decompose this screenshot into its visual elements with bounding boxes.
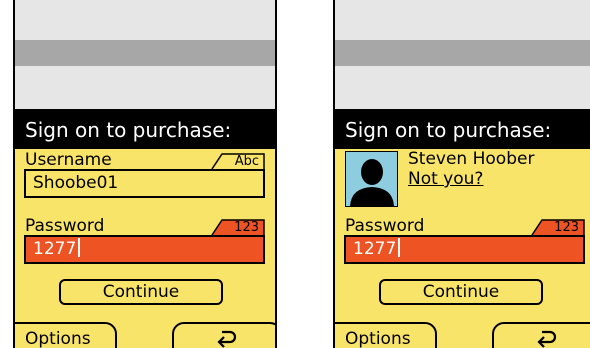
avatar-silhouette	[350, 159, 394, 206]
sign-on-dialog: Sign on to purchase: Steven Hoober Not y…	[335, 109, 590, 348]
password-field[interactable]: 1277	[344, 235, 585, 264]
status-bar	[335, 40, 590, 66]
sign-on-dialog: Sign on to purchase: Username Abc Shoobe…	[15, 109, 275, 348]
dialog-title: Sign on to purchase:	[335, 111, 590, 149]
back-arrow-icon	[217, 330, 237, 348]
password-mode-label: 123	[234, 220, 259, 235]
username-mode-label: Abc	[234, 154, 259, 169]
password-label: Password	[25, 216, 105, 236]
username-input-mode-tab[interactable]: Abc	[211, 153, 265, 169]
back-softkey[interactable]	[172, 322, 275, 348]
continue-button[interactable]: Continue	[379, 279, 543, 305]
continue-button[interactable]: Continue	[59, 279, 223, 305]
dialog-title: Sign on to purchase:	[15, 111, 275, 149]
not-you-link[interactable]: Not you?	[408, 169, 483, 189]
back-softkey[interactable]	[492, 322, 590, 348]
phone-screen-right: Sign on to purchase: Steven Hoober Not y…	[333, 0, 590, 348]
person-silhouette-icon	[345, 151, 398, 207]
text-cursor	[78, 238, 81, 257]
password-value: 1277	[33, 239, 77, 259]
password-value: 1277	[353, 239, 397, 259]
password-label: Password	[345, 216, 425, 236]
back-arrow-icon	[537, 330, 557, 348]
username-value: Shoobe01	[33, 173, 119, 193]
username-field[interactable]: Shoobe01	[24, 169, 265, 198]
password-input-mode-tab[interactable]: 123	[211, 219, 265, 235]
username-label: Username	[25, 150, 112, 170]
text-cursor	[398, 238, 401, 257]
password-input-mode-tab[interactable]: 123	[531, 219, 585, 235]
password-field[interactable]: 1277	[24, 235, 265, 264]
options-softkey[interactable]: Options	[335, 322, 437, 348]
options-softkey[interactable]: Options	[15, 322, 117, 348]
user-name: Steven Hoober	[408, 149, 535, 169]
phone-screen-left: Sign on to purchase: Username Abc Shoobe…	[13, 0, 277, 348]
status-bar	[15, 40, 275, 66]
password-mode-label: 123	[554, 220, 579, 235]
